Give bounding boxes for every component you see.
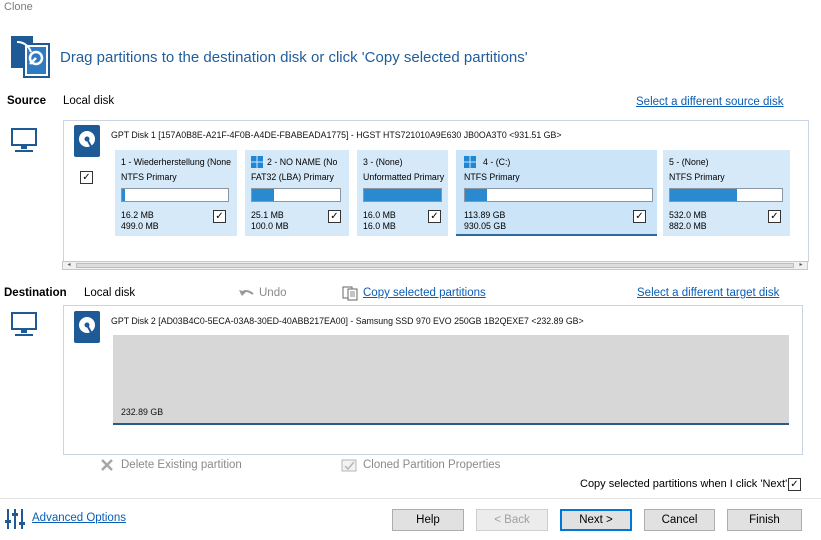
scroll-left-icon[interactable]: ◂ <box>63 262 75 269</box>
horizontal-scrollbar[interactable]: ◂ ▸ <box>62 261 808 270</box>
partition-type: Unformatted Primary <box>363 172 445 182</box>
advanced-options-link[interactable]: Advanced Options <box>32 512 126 524</box>
usage-bar <box>363 188 442 202</box>
source-label: Source <box>7 95 46 107</box>
unallocated-space[interactable]: 232.89 GB <box>113 335 789 425</box>
computer-icon <box>10 311 38 339</box>
window-title: Clone <box>4 1 33 13</box>
hard-disk-icon <box>73 310 101 344</box>
source-disk-info: GPT Disk 1 [157A0B8E-A21F-4F0B-A4DE-FBAB… <box>111 130 562 140</box>
properties-icon <box>341 458 357 472</box>
partition-total: 100.0 MB <box>251 221 289 231</box>
copy-selected-partitions-link[interactable]: Copy selected partitions <box>363 287 486 299</box>
delete-existing-partition-button[interactable]: Delete Existing partition <box>121 459 242 471</box>
partition-total: 930.05 GB <box>464 221 507 231</box>
computer-icon <box>10 127 38 155</box>
usage-bar <box>121 188 229 202</box>
partition-title: 5 - (None) <box>669 157 709 167</box>
back-button[interactable]: < Back <box>476 509 548 531</box>
scroll-thumb[interactable] <box>76 263 794 268</box>
usage-fill <box>252 189 274 201</box>
partition-total: 16.0 MB <box>363 221 396 231</box>
partition-type: FAT32 (LBA) Primary <box>251 172 334 182</box>
source-disk-checkbox[interactable]: ✓ <box>80 171 93 184</box>
partition-title: 4 - (C:) <box>483 157 511 167</box>
usage-bar <box>669 188 783 202</box>
partition-title: 1 - Wiederherstellung (None <box>121 157 232 167</box>
partition-checkbox[interactable]: ✓ <box>428 210 441 223</box>
usage-fill <box>465 189 488 201</box>
help-button[interactable]: Help <box>392 509 464 531</box>
select-target-disk-link[interactable]: Select a different target disk <box>637 287 779 299</box>
finish-button[interactable]: Finish <box>727 509 802 531</box>
partition-1[interactable]: 1 - Wiederherstellung (None NTFS Primary… <box>115 150 237 236</box>
partition-total: 882.0 MB <box>669 221 707 231</box>
usage-fill <box>122 189 126 201</box>
partition-title: 2 - NO NAME (No <box>267 157 338 167</box>
clone-icon <box>9 34 54 80</box>
undo-icon <box>238 288 254 300</box>
partition-checkbox[interactable]: ✓ <box>213 210 226 223</box>
partition-used: 16.2 MB <box>121 210 154 220</box>
usage-bar <box>464 188 653 202</box>
partition-type: NTFS Primary <box>669 172 725 182</box>
windows-icon <box>251 156 263 168</box>
partition-4[interactable]: 4 - (C:) NTFS Primary 113.89 GB 930.05 G… <box>456 150 657 236</box>
partition-used: 113.89 GB <box>464 210 506 220</box>
footer-divider <box>0 498 821 499</box>
header-instruction: Drag partitions to the destination disk … <box>60 49 528 66</box>
advanced-options-icon <box>4 508 26 530</box>
destination-disk-info: GPT Disk 2 [AD03B4C0-5ECA-03A8-30ED-40AB… <box>111 316 584 326</box>
partition-checkbox[interactable]: ✓ <box>633 210 646 223</box>
partition-total: 499.0 MB <box>121 221 159 231</box>
partition-checkbox[interactable]: ✓ <box>768 210 781 223</box>
partition-5[interactable]: 5 - (None) NTFS Primary 532.0 MB 882.0 M… <box>663 150 790 236</box>
delete-icon <box>101 459 113 471</box>
hard-disk-icon <box>73 124 101 158</box>
cloned-partition-properties-button[interactable]: Cloned Partition Properties <box>363 459 500 471</box>
partition-2[interactable]: 2 - NO NAME (No FAT32 (LBA) Primary 25.1… <box>245 150 349 236</box>
partition-3[interactable]: 3 - (None) Unformatted Primary 16.0 MB 1… <box>357 150 448 236</box>
destination-label: Destination <box>4 287 67 299</box>
copy-on-next-checkbox[interactable]: ✓ <box>788 478 801 491</box>
partition-checkbox[interactable]: ✓ <box>328 210 341 223</box>
next-button[interactable]: Next > <box>560 509 632 531</box>
partition-title: 3 - (None) <box>363 157 403 167</box>
usage-fill <box>364 189 441 201</box>
copy-on-next-label: Copy selected partitions when I click 'N… <box>580 478 788 490</box>
partition-used: 16.0 MB <box>363 210 396 220</box>
source-disk-type: Local disk <box>63 95 115 107</box>
destination-disk-type: Local disk <box>84 287 136 299</box>
partition-used: 25.1 MB <box>251 210 284 220</box>
partition-type: NTFS Primary <box>121 172 177 182</box>
partition-type: NTFS Primary <box>464 172 520 182</box>
scroll-right-icon[interactable]: ▸ <box>795 262 807 269</box>
usage-bar <box>251 188 341 202</box>
partition-used: 532.0 MB <box>669 210 707 220</box>
cancel-button[interactable]: Cancel <box>644 509 715 531</box>
select-source-disk-link[interactable]: Select a different source disk <box>636 96 783 108</box>
usage-fill <box>670 189 738 201</box>
copy-icon <box>342 286 358 301</box>
undo-button[interactable]: Undo <box>259 287 287 299</box>
unallocated-size: 232.89 GB <box>121 407 164 417</box>
windows-icon <box>464 156 476 168</box>
